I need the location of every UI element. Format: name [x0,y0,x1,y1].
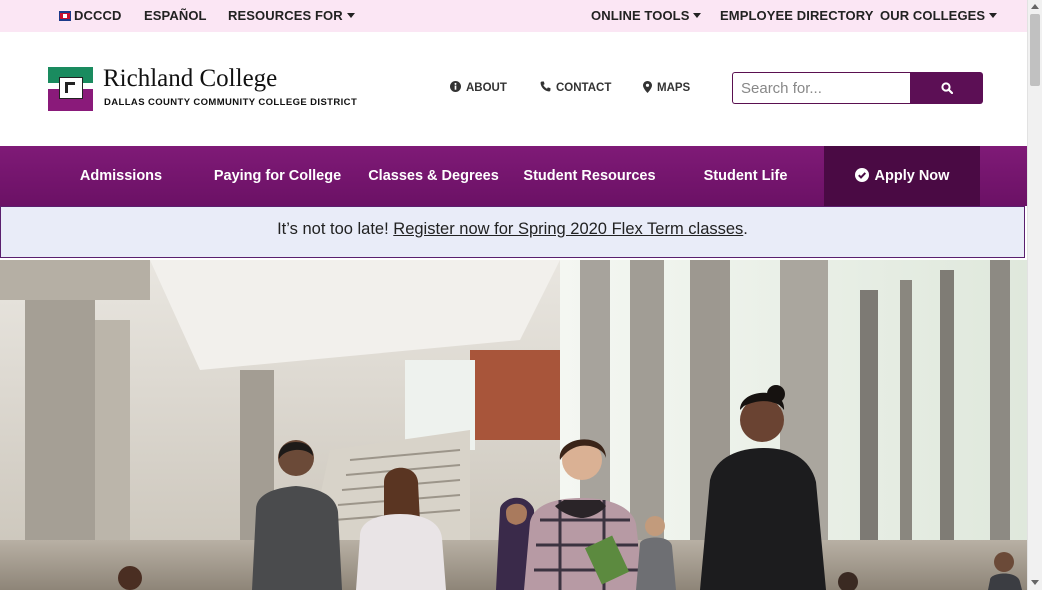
scroll-up-arrow-icon[interactable] [1031,4,1039,9]
dcccd-flag-icon [59,10,71,21]
caret-down-icon [693,13,702,19]
apply-now-label: Apply Now [874,168,950,184]
nav-student-resources[interactable]: Student Resources [520,146,659,206]
hero-photo [0,260,1027,590]
espanol-link-label: ESPAÑOL [144,8,207,23]
espanol-link[interactable]: ESPAÑOL [144,0,207,32]
search-form [732,72,983,104]
announcement-text: It’s not too late! [277,220,394,238]
search-button[interactable] [910,72,983,104]
main-navigation: Admissions Paying for College Classes & … [0,146,1027,206]
richland-college-logo[interactable]: Richland College DALLAS COUNTY COMMUNITY… [48,65,357,113]
page-scrollbar[interactable] [1027,0,1042,590]
nav-student-life[interactable]: Student Life [690,146,801,206]
resources-for-label: RESOURCES FOR [228,8,343,23]
maps-link[interactable]: MAPS [643,80,690,96]
dcccd-link-label: DCCCD [74,8,122,23]
site-header: Richland College DALLAS COUNTY COMMUNITY… [0,32,1027,146]
resources-for-dropdown[interactable]: RESOURCES FOR [228,0,355,32]
scroll-down-arrow-icon[interactable] [1031,580,1039,585]
caret-down-icon [989,13,998,19]
our-colleges-label: OUR COLLEGES [880,8,986,23]
employee-directory-label: EMPLOYEE DIRECTORY [720,8,874,23]
about-link[interactable]: ABOUT [450,80,507,96]
dcccd-link[interactable]: DCCCD [59,0,121,32]
contact-label: CONTACT [556,82,612,94]
about-label: ABOUT [466,82,507,94]
utility-bar: DCCCD ESPAÑOL RESOURCES FOR ONLINE TOOLS… [0,0,1027,32]
announcement-period: . [743,220,748,238]
nav-classes-degrees[interactable]: Classes & Degrees [365,146,502,206]
logo-subtitle: DALLAS COUNTY COMMUNITY COLLEGE DISTRICT [104,97,358,108]
logo-title: Richland College [103,65,278,92]
contact-link[interactable]: CONTACT [540,80,611,96]
maps-label: MAPS [657,82,691,94]
apply-now-button[interactable]: Apply Now [824,146,980,206]
register-flex-term-link[interactable]: Register now for Spring 2020 Flex Term c… [393,220,743,238]
caret-down-icon [346,13,355,19]
students-walking-campus-atrium-photo [0,260,1027,590]
search-icon [941,82,953,94]
map-marker-icon [643,80,652,93]
employee-directory-link[interactable]: EMPLOYEE DIRECTORY [720,0,874,32]
online-tools-dropdown[interactable]: ONLINE TOOLS [591,0,702,32]
nav-admissions[interactable]: Admissions [66,146,176,206]
search-input[interactable] [732,72,910,104]
richland-logo-mark-icon [48,67,93,111]
announcement-banner: It’s not too late! Register now for Spri… [0,206,1025,258]
our-colleges-dropdown[interactable]: OUR COLLEGES [880,0,998,32]
online-tools-label: ONLINE TOOLS [591,8,690,23]
nav-paying-for-college[interactable]: Paying for College [210,146,345,206]
check-circle-icon [854,167,869,182]
scrollbar-thumb[interactable] [1030,14,1040,86]
phone-icon [540,82,551,92]
info-circle-icon [450,81,461,93]
